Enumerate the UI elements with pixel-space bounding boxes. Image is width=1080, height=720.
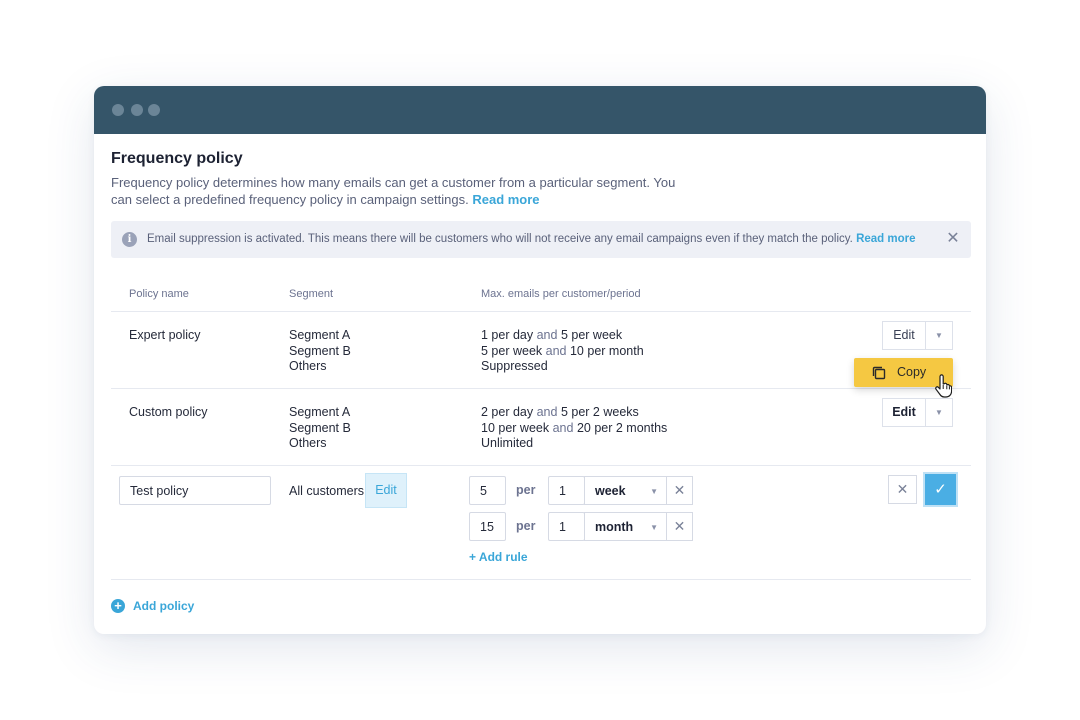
interval-value: 1 bbox=[559, 520, 566, 534]
segment-item: Segment A bbox=[289, 405, 351, 419]
rule-conj: and bbox=[536, 405, 558, 419]
segment-item: Segment A bbox=[289, 328, 351, 342]
confirm-button[interactable]: ✓ bbox=[923, 472, 958, 507]
chevron-down-icon[interactable]: ▼ bbox=[925, 398, 953, 427]
banner-text: Email suppression is activated. This mea… bbox=[147, 233, 916, 245]
add-icon[interactable]: + bbox=[111, 599, 125, 613]
rule-line: 2 per day and 5 per 2 weeks bbox=[481, 405, 667, 421]
segment-text: All customers bbox=[289, 484, 365, 498]
rule-line: 1 per day and 5 per week bbox=[481, 328, 644, 344]
period-select[interactable]: week ▼ bbox=[584, 476, 667, 505]
read-more-link[interactable]: Read more bbox=[472, 192, 539, 207]
window-dot-minimize[interactable] bbox=[131, 104, 143, 116]
count-value: 15 bbox=[480, 520, 494, 534]
rule-conj: and bbox=[536, 328, 558, 342]
segment-list: Segment A Segment B Others bbox=[289, 328, 351, 375]
close-icon[interactable]: ✕ bbox=[945, 230, 961, 248]
remove-rule-button[interactable]: ✕ bbox=[666, 512, 693, 541]
chevron-down-icon[interactable]: ▼ bbox=[925, 321, 953, 350]
rule-a: 2 per day bbox=[481, 405, 534, 419]
header-policy-name: Policy name bbox=[129, 288, 189, 300]
policy-name: Custom policy bbox=[129, 405, 208, 419]
edit-button[interactable]: Edit bbox=[882, 321, 926, 350]
page-description: Frequency policy determines how many ema… bbox=[111, 174, 691, 208]
rule-conj: and bbox=[545, 343, 567, 358]
window-dot-close[interactable] bbox=[112, 104, 124, 116]
rule-line: Unlimited bbox=[481, 436, 667, 452]
window-dot-maximize[interactable] bbox=[148, 104, 160, 116]
page-description-text: Frequency policy determines how many ema… bbox=[111, 175, 676, 207]
suppression-banner: i Email suppression is activated. This m… bbox=[111, 221, 971, 258]
chevron-down-icon: ▼ bbox=[650, 487, 658, 496]
segment-list: Segment A Segment B Others bbox=[289, 405, 351, 452]
header-max-emails: Max. emails per customer/period bbox=[481, 288, 641, 300]
policy-name-input[interactable]: Test policy bbox=[119, 476, 271, 505]
rule-b: 20 per 2 months bbox=[576, 420, 668, 435]
cancel-button[interactable]: ✕ bbox=[888, 475, 917, 504]
rule-line: 10 per week and 20 per 2 months bbox=[481, 421, 667, 437]
count-input[interactable]: 15 bbox=[469, 512, 506, 541]
header-segment: Segment bbox=[289, 288, 334, 300]
segment-item: Segment B bbox=[289, 343, 351, 358]
divider bbox=[111, 388, 971, 389]
page-title: Frequency policy bbox=[111, 150, 243, 167]
remove-rule-button[interactable]: ✕ bbox=[666, 476, 693, 505]
rule-b: 5 per week bbox=[560, 328, 623, 342]
interval-input[interactable]: 1 bbox=[548, 512, 585, 541]
add-policy-link[interactable]: Add policy bbox=[133, 599, 194, 613]
period-value: week bbox=[595, 484, 626, 498]
rule-conj: and bbox=[552, 420, 574, 435]
rule-a: 5 per week bbox=[481, 343, 543, 358]
rule-line: Suppressed bbox=[481, 359, 644, 375]
banner-read-more-link[interactable]: Read more bbox=[856, 233, 915, 245]
rule-a: 1 per day bbox=[481, 328, 534, 342]
per-label: per bbox=[516, 519, 536, 533]
count-input[interactable]: 5 bbox=[469, 476, 506, 505]
info-icon: i bbox=[122, 232, 137, 247]
rule-a: 10 per week bbox=[481, 420, 550, 435]
divider bbox=[111, 311, 971, 312]
rule-line: 5 per week and 10 per month bbox=[481, 344, 644, 360]
rule-list: 2 per day and 5 per 2 weeks 10 per week … bbox=[481, 405, 667, 452]
rule-b: 10 per month bbox=[569, 343, 644, 358]
rule-b: 5 per 2 weeks bbox=[560, 405, 639, 419]
copy-icon bbox=[872, 366, 886, 380]
divider bbox=[111, 579, 971, 580]
per-label: per bbox=[516, 483, 536, 497]
period-value: month bbox=[595, 520, 634, 534]
rule-list: 1 per day and 5 per week 5 per week and … bbox=[481, 328, 644, 375]
hand-cursor-icon bbox=[935, 374, 952, 398]
divider bbox=[111, 465, 971, 466]
app-window: Frequency policy Frequency policy determ… bbox=[94, 86, 986, 634]
policy-name: Expert policy bbox=[129, 328, 201, 342]
segment-edit-button[interactable]: Edit bbox=[365, 473, 407, 508]
banner-message: Email suppression is activated. This mea… bbox=[147, 233, 853, 245]
window-titlebar bbox=[94, 86, 986, 134]
edit-button[interactable]: Edit bbox=[882, 398, 926, 427]
policy-name-value: Test policy bbox=[130, 484, 189, 498]
segment-item: Others bbox=[289, 359, 327, 373]
add-rule-link[interactable]: + Add rule bbox=[469, 550, 528, 564]
count-value: 5 bbox=[480, 484, 487, 498]
copy-label: Copy bbox=[897, 365, 927, 379]
chevron-down-icon: ▼ bbox=[650, 523, 658, 532]
interval-value: 1 bbox=[559, 484, 566, 498]
rule-a: Unlimited bbox=[481, 436, 534, 450]
segment-item: Others bbox=[289, 436, 327, 450]
segment-item: Segment B bbox=[289, 420, 351, 435]
period-select[interactable]: month ▼ bbox=[584, 512, 667, 541]
rule-a: Suppressed bbox=[481, 359, 548, 373]
interval-input[interactable]: 1 bbox=[548, 476, 585, 505]
